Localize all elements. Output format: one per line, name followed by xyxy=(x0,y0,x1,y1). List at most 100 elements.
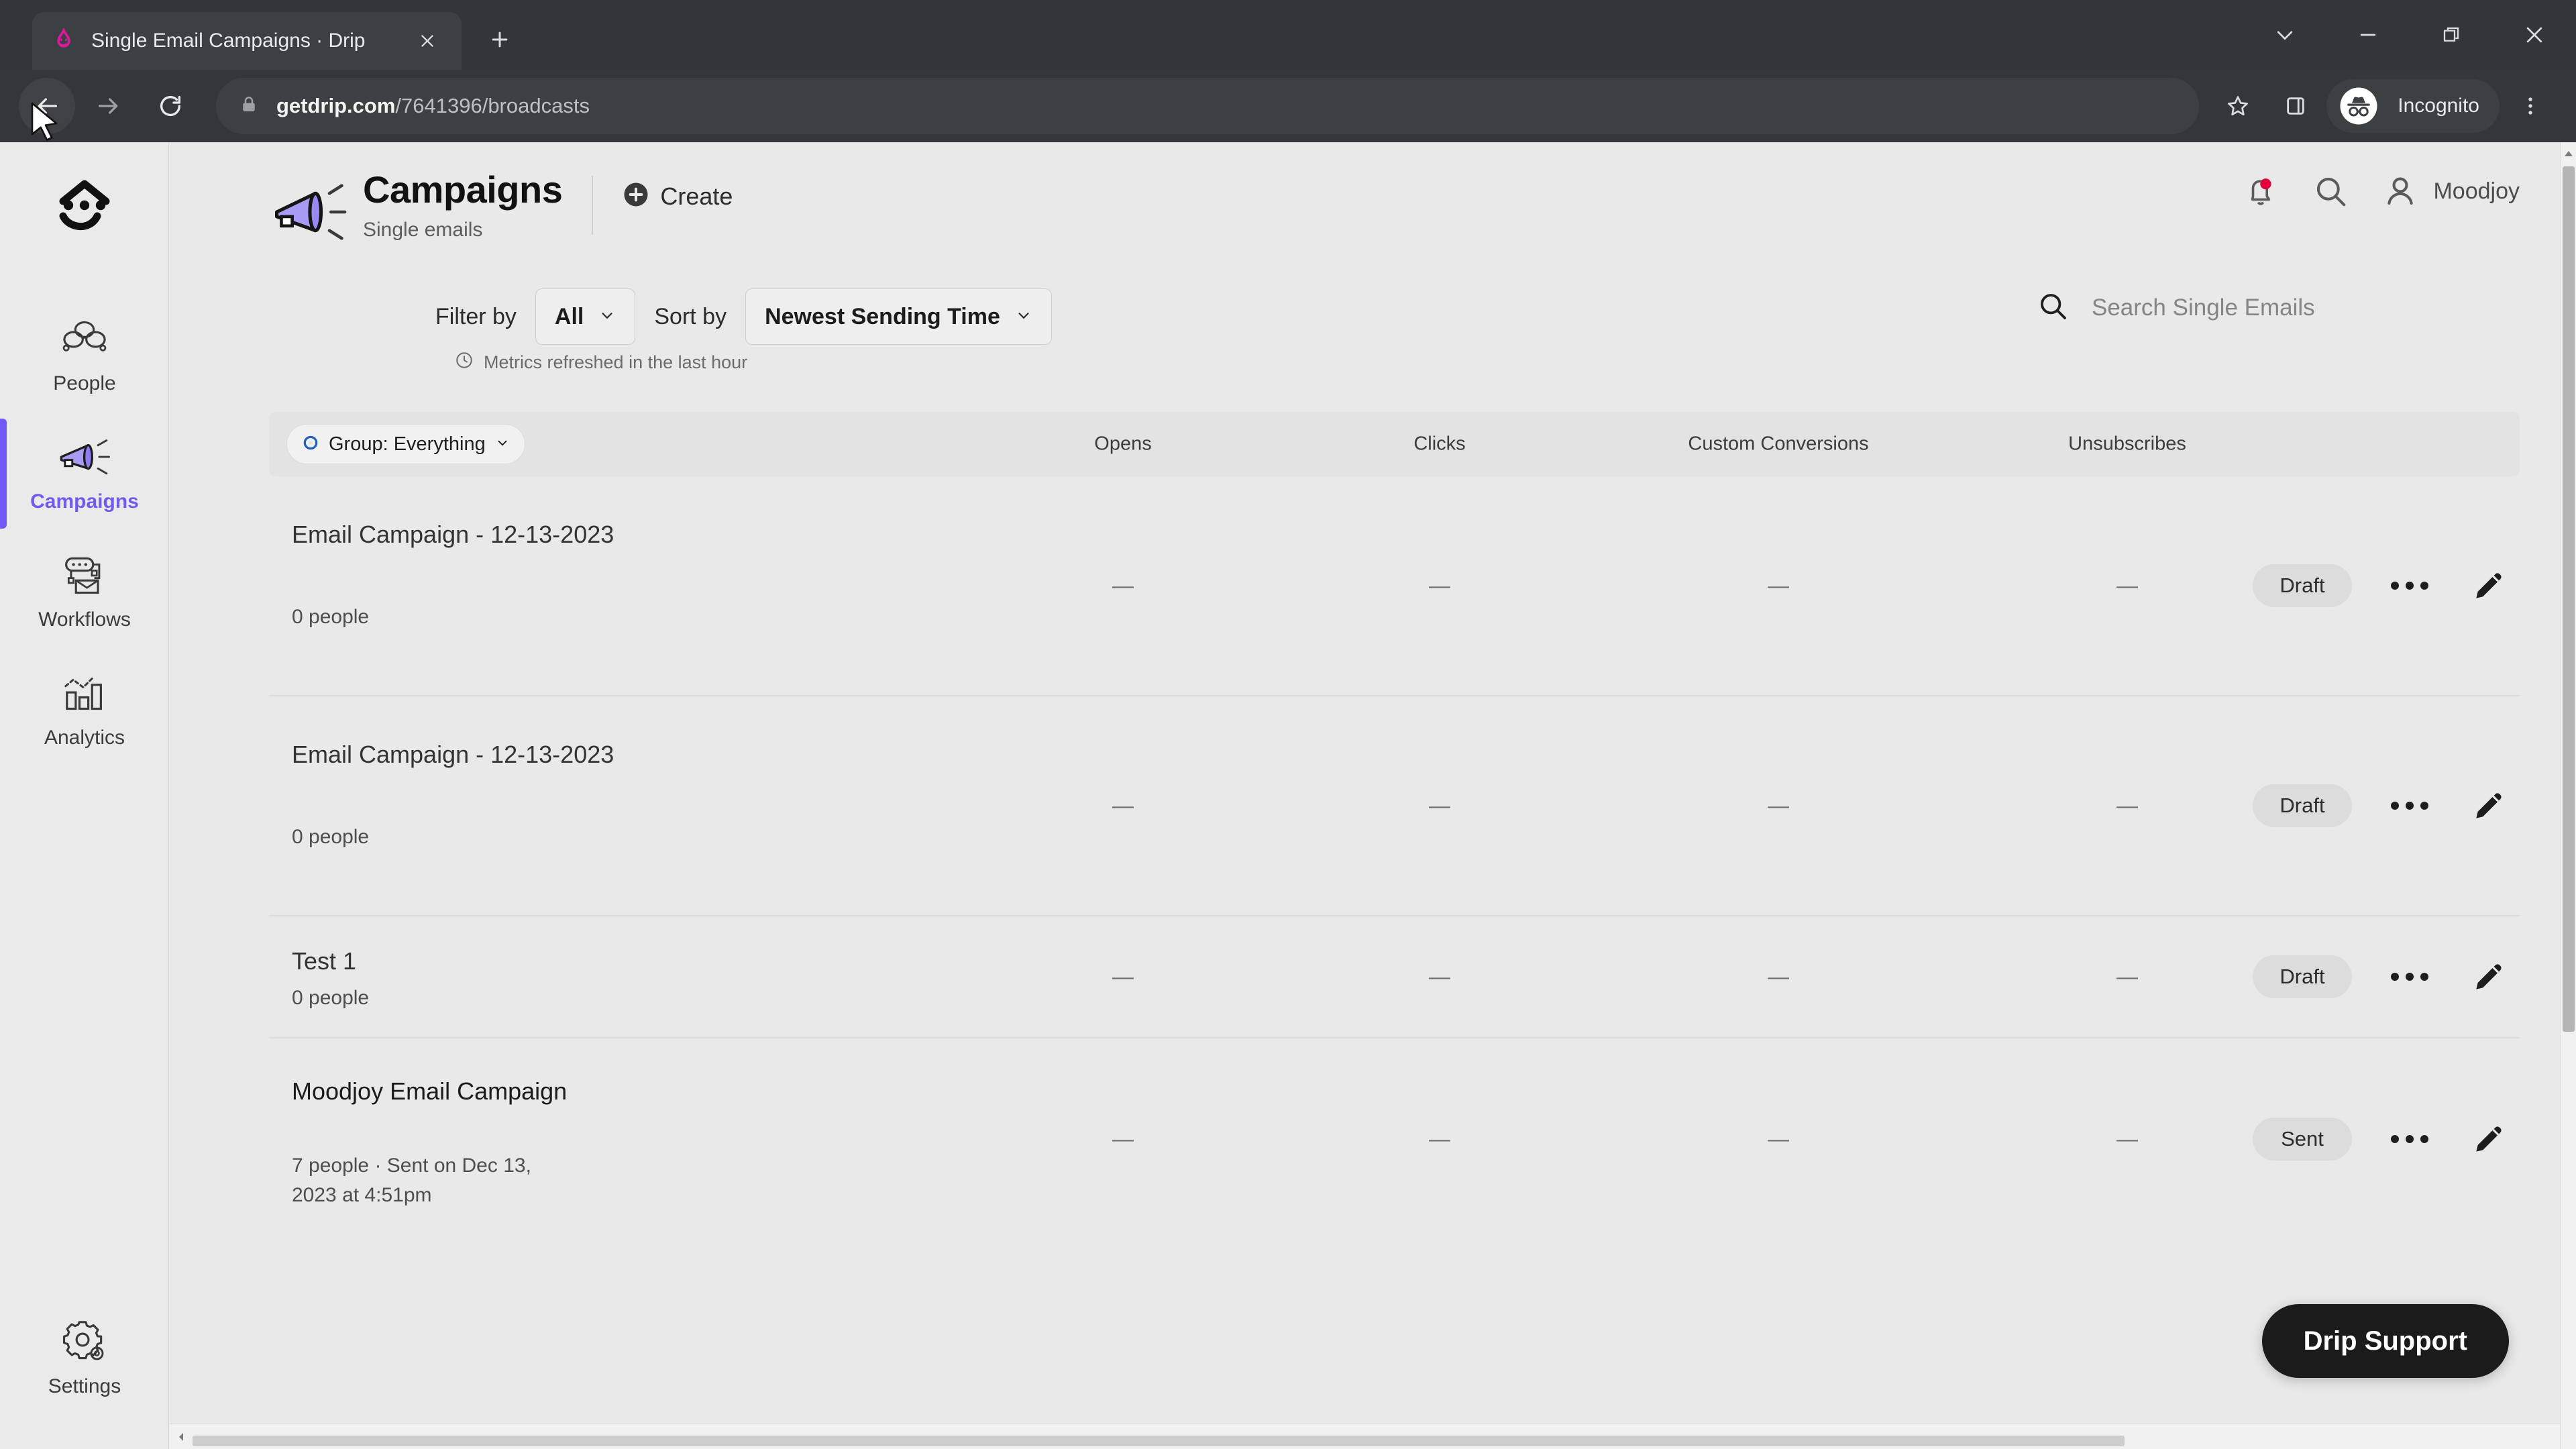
browser-tab[interactable]: Single Email Campaigns · Drip xyxy=(32,12,462,70)
group-target-icon xyxy=(302,434,319,455)
page-subtitle: Single emails xyxy=(363,218,483,241)
search-icon[interactable] xyxy=(2311,172,2350,211)
star-icon[interactable] xyxy=(2211,79,2265,133)
forward-arrow-icon[interactable] xyxy=(80,78,137,134)
search-input[interactable] xyxy=(2092,294,2440,321)
sort-value: Newest Sending Time xyxy=(765,303,1000,329)
user-icon xyxy=(2381,172,2420,211)
metric-custom-conversions: — xyxy=(1768,573,1789,598)
sidebar-item-label: Settings xyxy=(48,1375,121,1397)
scroll-up-arrow-icon[interactable] xyxy=(2561,146,2576,161)
metric-opens: — xyxy=(1112,573,1134,598)
incognito-icon xyxy=(2332,79,2385,133)
horizontal-scrollbar-thumb[interactable] xyxy=(193,1436,2125,1446)
status-badge: Draft xyxy=(2253,955,2352,998)
profile-label: Incognito xyxy=(2398,95,2479,117)
megaphone-icon xyxy=(269,177,350,251)
filter-bar: Filter by All Sort by Newest Sending Tim… xyxy=(170,288,2560,372)
filter-select[interactable]: All xyxy=(535,288,636,345)
campaign-name: Test 1 xyxy=(292,947,357,975)
column-header-custom-conversions: Custom Conversions xyxy=(1688,433,1869,455)
campaign-name: Moodjoy Email Campaign xyxy=(292,1077,568,1105)
filter-value: All xyxy=(554,303,584,329)
minimize-button[interactable] xyxy=(2326,0,2410,70)
column-header-clicks: Clicks xyxy=(1413,433,1466,455)
table-row[interactable]: Email Campaign - 12-13-2023 0 people — —… xyxy=(269,696,2520,916)
user-menu[interactable]: Moodjoy xyxy=(2381,172,2520,211)
scroll-left-arrow-icon[interactable] xyxy=(174,1424,189,1449)
horizontal-scrollbar[interactable] xyxy=(170,1424,2560,1449)
search-box[interactable] xyxy=(2037,290,2440,325)
campaign-meta: 7 people · Sent on Dec 13, 2023 at 4:51p… xyxy=(292,1155,531,1206)
plus-circle-icon xyxy=(623,181,649,211)
vertical-scrollbar-thumb[interactable] xyxy=(2563,166,2575,1032)
group-chip-label: Group: Everything xyxy=(329,433,486,455)
pencil-icon[interactable] xyxy=(2467,784,2510,827)
status-badge-label: Draft xyxy=(2279,794,2325,817)
more-dots-icon[interactable] xyxy=(2381,582,2438,590)
column-header-opens: Opens xyxy=(1094,433,1152,455)
create-button[interactable]: Create xyxy=(623,181,733,211)
bar-chart-icon xyxy=(60,670,109,717)
browser-window: Single Email Campaigns · Drip getdrip.co… xyxy=(0,0,2576,1449)
drip-support-label: Drip Support xyxy=(2303,1326,2467,1356)
table-row[interactable]: Test 1 0 people — — — — Draft xyxy=(269,916,2520,1038)
metric-opens: — xyxy=(1112,1126,1134,1151)
side-panel-icon[interactable] xyxy=(2269,79,2322,133)
more-dots-icon[interactable] xyxy=(2381,802,2438,810)
campaign-name: Email Campaign - 12-13-2023 xyxy=(292,521,614,548)
header-divider xyxy=(592,176,594,235)
metric-opens: — xyxy=(1112,964,1134,989)
sidebar-item-campaigns[interactable]: Campaigns xyxy=(0,415,169,533)
tab-search-chevron-icon[interactable] xyxy=(2243,0,2326,70)
sidebar-item-settings[interactable]: Settings xyxy=(0,1318,169,1398)
sidebar-item-label: People xyxy=(53,372,116,394)
metric-opens: — xyxy=(1112,793,1134,818)
row-actions: Sent xyxy=(2253,1118,2510,1161)
chevron-down-icon xyxy=(495,435,510,453)
restore-button[interactable] xyxy=(2410,0,2493,70)
pencil-icon[interactable] xyxy=(2467,1118,2510,1161)
more-dots-icon[interactable] xyxy=(2381,973,2438,981)
metric-clicks: — xyxy=(1429,793,1450,818)
address-bar[interactable]: getdrip.com/7641396/broadcasts xyxy=(216,78,2200,134)
kebab-menu-icon[interactable] xyxy=(2504,79,2557,133)
drip-face-logo[interactable] xyxy=(0,174,169,239)
status-badge: Draft xyxy=(2253,784,2352,827)
status-badge: Draft xyxy=(2253,564,2352,607)
table-row[interactable]: Email Campaign - 12-13-2023 0 people — —… xyxy=(269,476,2520,696)
new-tab-icon[interactable] xyxy=(479,19,521,60)
gear-icon xyxy=(61,1318,108,1366)
drip-support-button[interactable]: Drip Support xyxy=(2261,1304,2509,1378)
close-window-button[interactable] xyxy=(2493,0,2576,70)
sidebar-item-people[interactable]: People xyxy=(0,297,169,415)
reload-icon[interactable] xyxy=(142,78,199,134)
bell-icon[interactable] xyxy=(2241,172,2280,211)
table-row[interactable]: Moodjoy Email Campaign 7 people · Sent o… xyxy=(269,1038,2520,1240)
metric-unsubscribes: — xyxy=(2116,964,2138,989)
vertical-scrollbar[interactable] xyxy=(2560,142,2576,1449)
search-icon xyxy=(2037,290,2069,325)
metric-clicks: — xyxy=(1429,1126,1450,1151)
row-actions: Draft xyxy=(2253,955,2510,998)
sort-by-label: Sort by xyxy=(654,303,727,329)
status-badge-label: Draft xyxy=(2279,965,2325,988)
sidebar-item-analytics[interactable]: Analytics xyxy=(0,651,169,769)
pencil-icon[interactable] xyxy=(2467,955,2510,998)
profile-incognito-chip[interactable]: Incognito xyxy=(2326,79,2500,133)
pencil-icon[interactable] xyxy=(2467,564,2510,607)
tab-title: Single Email Campaigns · Drip xyxy=(91,30,366,52)
sidebar-item-workflows[interactable]: Workflows xyxy=(0,533,169,651)
sort-select[interactable]: Newest Sending Time xyxy=(745,288,1052,345)
table-header: Group: Everything Opens Clicks Custom Co… xyxy=(269,412,2520,476)
window-controls xyxy=(2243,0,2576,70)
main-content: Campaigns Single emails Create Moodjoy F… xyxy=(170,142,2560,1449)
more-dots-icon[interactable] xyxy=(2381,1135,2438,1143)
campaign-meta: 0 people xyxy=(292,987,370,1009)
column-header-unsubscribes: Unsubscribes xyxy=(2068,433,2186,455)
group-filter-chip[interactable]: Group: Everything xyxy=(286,424,525,464)
metric-clicks: — xyxy=(1429,573,1450,598)
close-icon[interactable] xyxy=(411,24,444,58)
metric-custom-conversions: — xyxy=(1768,964,1789,989)
metric-unsubscribes: — xyxy=(2116,793,2138,818)
